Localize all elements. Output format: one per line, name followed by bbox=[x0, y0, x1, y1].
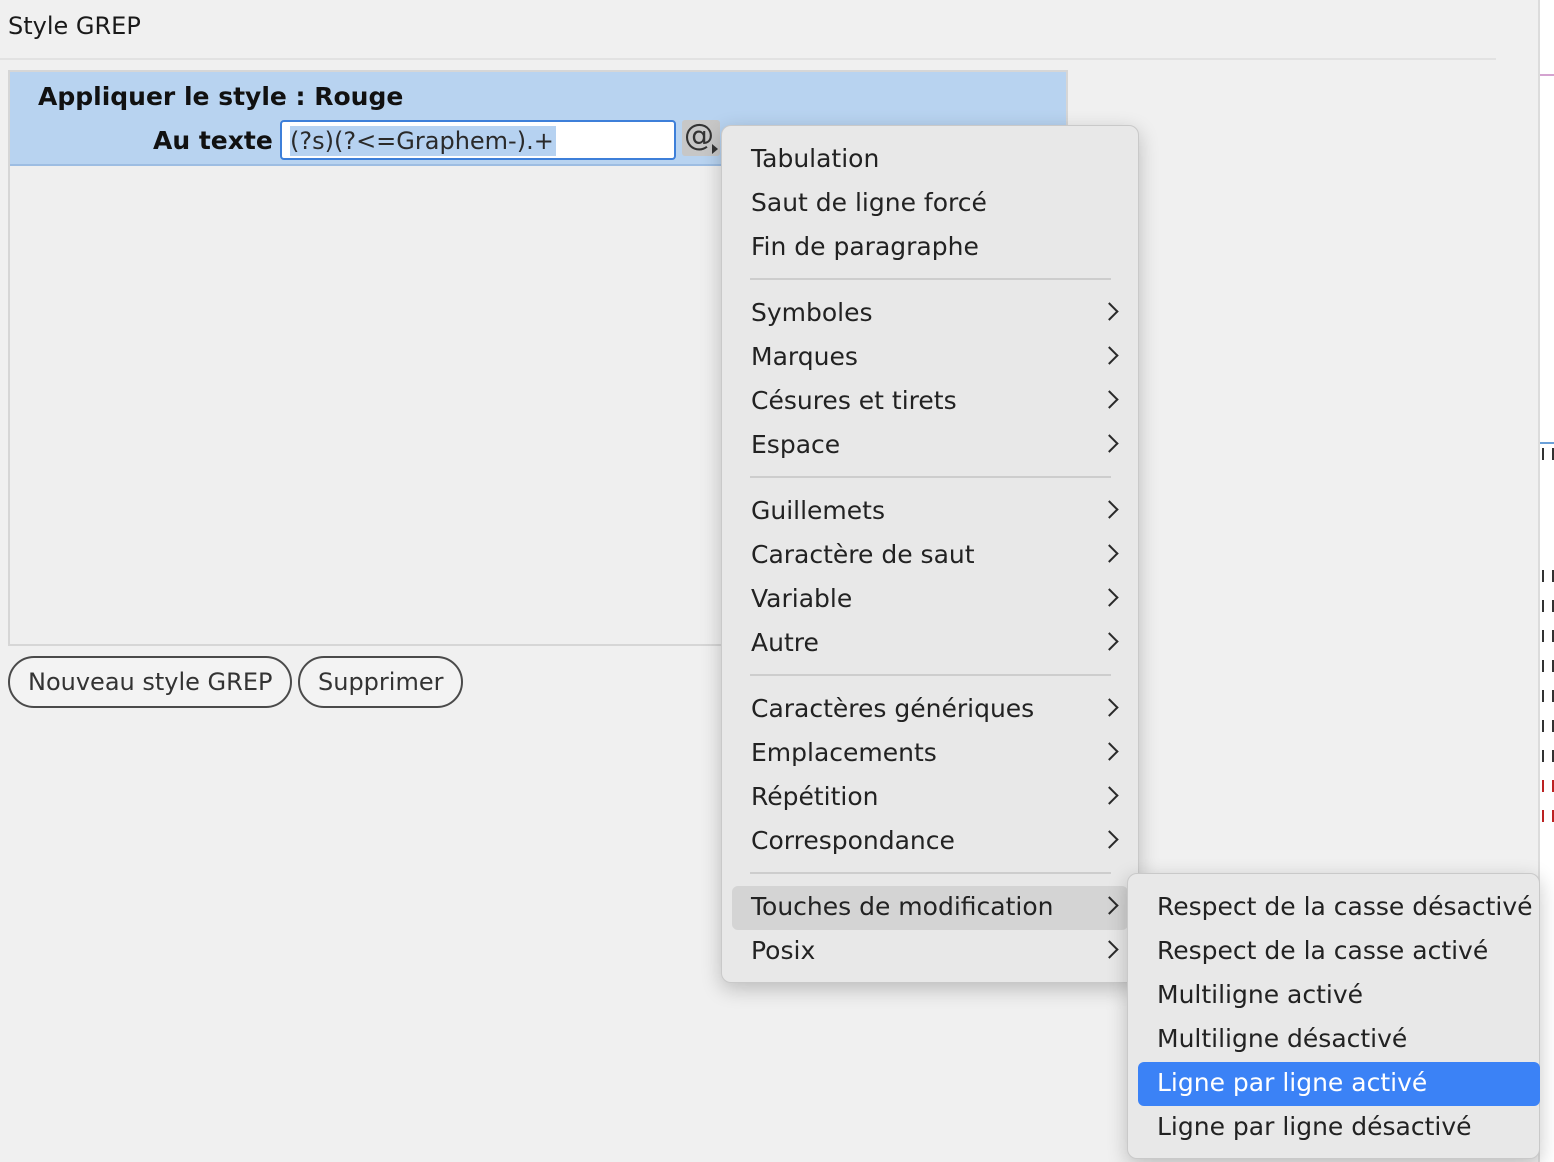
menu-item-caractere-de-saut[interactable]: Caractère de saut bbox=[732, 534, 1128, 578]
menu-item-label: Symboles bbox=[751, 298, 873, 327]
background-document bbox=[1538, 0, 1554, 1162]
document-text-fragment bbox=[1540, 626, 1554, 646]
menu-item-label: Fin de paragraphe bbox=[751, 232, 979, 261]
menu-item-guillemets[interactable]: Guillemets bbox=[732, 490, 1128, 534]
new-grep-style-button[interactable]: Nouveau style GREP bbox=[8, 656, 293, 708]
chevron-right-icon bbox=[1100, 940, 1119, 959]
menu-item-label: Guillemets bbox=[751, 496, 885, 525]
menu-item-marques[interactable]: Marques bbox=[732, 336, 1128, 380]
special-characters-button[interactable]: @ bbox=[682, 118, 720, 156]
menu-item-label: Césures et tirets bbox=[751, 386, 957, 415]
menu-item-symboles[interactable]: Symboles bbox=[732, 292, 1128, 336]
delete-button[interactable]: Supprimer bbox=[298, 656, 464, 708]
chevron-right-icon bbox=[1100, 742, 1119, 761]
submenu-item-ligne-par-ligne-desactive[interactable]: Ligne par ligne désactivé bbox=[1138, 1106, 1540, 1150]
menu-item-tabulation[interactable]: Tabulation bbox=[732, 138, 1128, 182]
document-text-fragment bbox=[1540, 596, 1554, 616]
rule-style-label[interactable]: Appliquer le style : Rouge bbox=[38, 82, 403, 111]
menu-item-label: Touches de modification bbox=[751, 892, 1054, 921]
menu-separator bbox=[750, 278, 1111, 280]
submenu-item-respect-casse-active[interactable]: Respect de la casse activé bbox=[1138, 930, 1540, 974]
menu-item-autre[interactable]: Autre bbox=[732, 622, 1128, 666]
chevron-right-icon bbox=[1100, 390, 1119, 409]
menu-item-espace[interactable]: Espace bbox=[732, 424, 1128, 468]
menu-item-posix[interactable]: Posix bbox=[732, 930, 1128, 974]
grep-expression-input[interactable]: (?s)(?<=Graphem-).+ bbox=[280, 120, 676, 160]
menu-item-label: Emplacements bbox=[751, 738, 937, 767]
submenu-item-multiligne-desactive[interactable]: Multiligne désactivé bbox=[1138, 1018, 1540, 1062]
document-text-fragment bbox=[1540, 566, 1554, 586]
menu-item-saut-de-ligne-force[interactable]: Saut de ligne forcé bbox=[732, 182, 1128, 226]
divider bbox=[0, 58, 1496, 60]
menu-item-label: Variable bbox=[751, 584, 853, 613]
chevron-right-icon bbox=[1100, 500, 1119, 519]
at-sign-icon: @ bbox=[684, 118, 714, 153]
menu-item-repetition[interactable]: Répétition bbox=[732, 776, 1128, 820]
chevron-right-icon bbox=[1100, 302, 1119, 321]
document-guide-line bbox=[1540, 74, 1554, 76]
menu-item-label: Tabulation bbox=[751, 144, 880, 173]
document-text-fragment bbox=[1540, 686, 1554, 706]
menu-item-label: Marques bbox=[751, 342, 858, 371]
grep-expression-value[interactable]: (?s)(?<=Graphem-).+ bbox=[290, 126, 556, 156]
chevron-right-icon bbox=[1100, 896, 1119, 915]
modifier-keys-submenu: Respect de la casse désactivé Respect de… bbox=[1127, 873, 1540, 1159]
rule-text-label: Au texte : bbox=[153, 126, 292, 155]
menu-item-label: Correspondance bbox=[751, 826, 955, 855]
submenu-item-label: Ligne par ligne désactivé bbox=[1157, 1112, 1472, 1141]
menu-item-cesures-et-tirets[interactable]: Césures et tirets bbox=[732, 380, 1128, 424]
dropdown-arrow-icon bbox=[712, 144, 718, 154]
submenu-item-label: Respect de la casse activé bbox=[1157, 936, 1489, 965]
submenu-item-multiligne-active[interactable]: Multiligne activé bbox=[1138, 974, 1540, 1018]
chevron-right-icon bbox=[1100, 698, 1119, 717]
document-text-fragment bbox=[1540, 656, 1554, 676]
chevron-right-icon bbox=[1100, 830, 1119, 849]
chevron-right-icon bbox=[1100, 346, 1119, 365]
menu-item-correspondance[interactable]: Correspondance bbox=[732, 820, 1128, 864]
menu-item-label: Autre bbox=[751, 628, 819, 657]
document-text-fragment bbox=[1540, 716, 1554, 736]
menu-item-label: Espace bbox=[751, 430, 841, 459]
submenu-item-label: Multiligne activé bbox=[1157, 980, 1364, 1009]
submenu-item-label: Respect de la casse désactivé bbox=[1157, 892, 1533, 921]
document-text-fragment bbox=[1540, 806, 1554, 826]
menu-item-label: Posix bbox=[751, 936, 816, 965]
menu-item-fin-de-paragraphe[interactable]: Fin de paragraphe bbox=[732, 226, 1128, 270]
chevron-right-icon bbox=[1100, 434, 1119, 453]
submenu-item-respect-casse-desactive[interactable]: Respect de la casse désactivé bbox=[1138, 886, 1540, 930]
menu-item-label: Saut de ligne forcé bbox=[751, 188, 987, 217]
submenu-item-ligne-par-ligne-active[interactable]: Ligne par ligne activé bbox=[1138, 1062, 1540, 1106]
menu-separator bbox=[750, 674, 1111, 676]
menu-item-label: Répétition bbox=[751, 782, 879, 811]
document-text-fragment bbox=[1540, 776, 1554, 796]
document-text-fragment bbox=[1540, 444, 1554, 464]
submenu-item-label: Multiligne désactivé bbox=[1157, 1024, 1408, 1053]
submenu-item-label: Ligne par ligne activé bbox=[1157, 1068, 1428, 1097]
panel-title: Style GREP bbox=[8, 12, 141, 40]
document-text-fragment bbox=[1540, 746, 1554, 766]
special-characters-menu: Tabulation Saut de ligne forcé Fin de pa… bbox=[721, 125, 1139, 983]
menu-item-variable[interactable]: Variable bbox=[732, 578, 1128, 622]
menu-item-caracteres-generiques[interactable]: Caractères génériques bbox=[732, 688, 1128, 732]
chevron-right-icon bbox=[1100, 588, 1119, 607]
chevron-right-icon bbox=[1100, 544, 1119, 563]
menu-separator bbox=[750, 476, 1111, 478]
chevron-right-icon bbox=[1100, 632, 1119, 651]
menu-item-emplacements[interactable]: Emplacements bbox=[732, 732, 1128, 776]
menu-item-touches-de-modification[interactable]: Touches de modification bbox=[732, 886, 1128, 930]
menu-item-label: Caractères génériques bbox=[751, 694, 1035, 723]
menu-item-label: Caractère de saut bbox=[751, 540, 975, 569]
chevron-right-icon bbox=[1100, 786, 1119, 805]
menu-separator bbox=[750, 872, 1111, 874]
